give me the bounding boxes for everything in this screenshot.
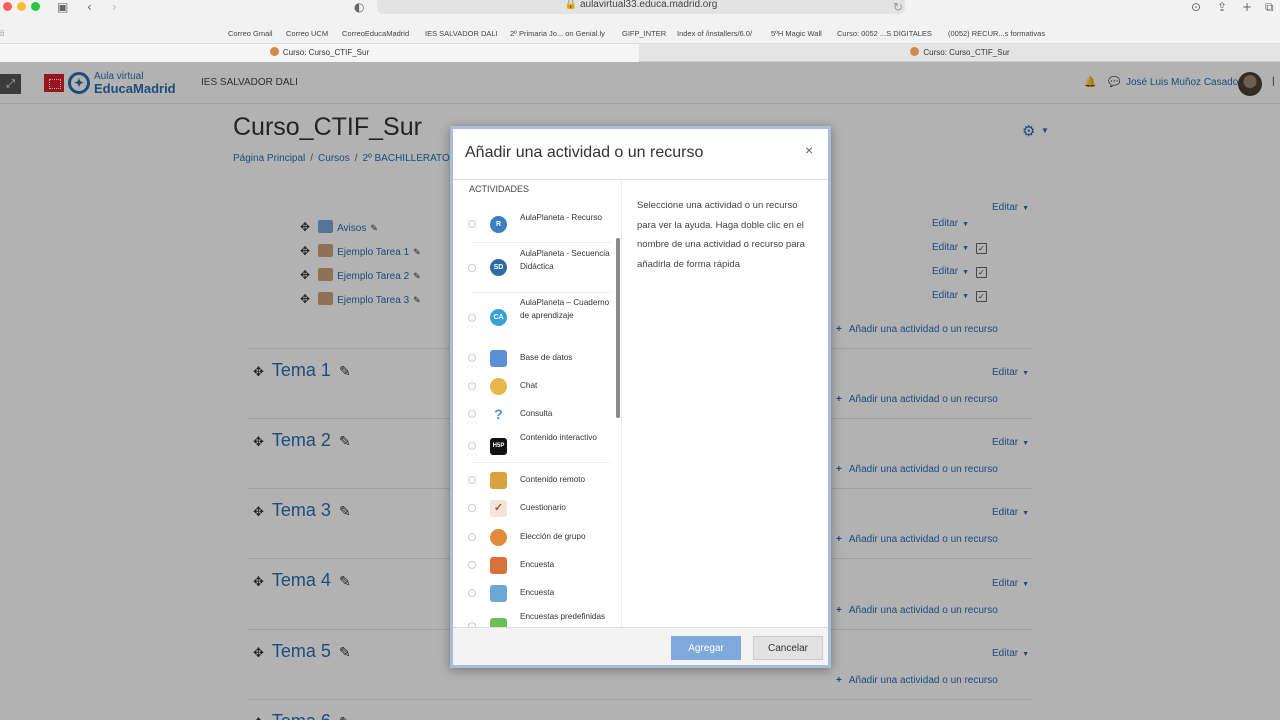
quiz-icon: ✓ (490, 500, 507, 517)
option-radio[interactable] (468, 382, 476, 390)
option-radio[interactable] (468, 264, 476, 272)
option-radio[interactable] (468, 589, 476, 597)
bookmark-item[interactable]: Curso: 0052 ...S DIGITALES (837, 29, 932, 38)
bookmark-item[interactable]: Correo Gmail (228, 29, 273, 38)
add-button[interactable]: Agregar (671, 636, 741, 660)
option-encuesta-2[interactable]: Encuesta (468, 581, 608, 605)
option-encuesta[interactable]: Encuesta (468, 553, 608, 577)
browser-tab[interactable]: Curso: Curso_CTIF_Sur (640, 44, 1280, 62)
option-label: AulaPlaneta – Cuaderno de aprendizaje (520, 298, 610, 320)
minimize-window-button[interactable] (17, 2, 26, 11)
option-label: Encuesta (520, 560, 555, 569)
option-encuestas-predefinidas[interactable]: Encuestas predefinidas (468, 610, 608, 627)
favicon-icon (910, 47, 920, 56)
option-label: Chat (520, 381, 538, 390)
aulaplaneta-secuencia-icon: SD (490, 259, 507, 276)
option-contenido-remoto[interactable]: Contenido remoto (468, 468, 608, 492)
option-radio[interactable] (468, 354, 476, 362)
survey-icon (490, 585, 507, 602)
bookmark-item[interactable]: Correo UCM (286, 29, 328, 38)
bookmark-item[interactable]: 5ºH Magic Wall (771, 29, 822, 38)
bookmarks-grid-icon[interactable]: ⁞⁞ (0, 29, 4, 38)
aulaplaneta-recurso-icon: R (490, 216, 507, 233)
option-label: Base de datos (520, 353, 573, 362)
option-consulta[interactable]: ? Consulta (468, 402, 608, 426)
bookmark-item[interactable]: GIFP_INTER (622, 29, 666, 38)
downloads-icon[interactable]: ⊙ (1191, 0, 1201, 14)
bookmarks-bar: ⁞⁞ Correo Gmail Correo UCM CorreoEducaMa… (0, 24, 1280, 44)
option-contenido-interactivo[interactable]: H5P Contenido interactivo (468, 430, 608, 462)
browser-tabs: Curso: Curso_CTIF_Sur Curso: Curso_CTIF_… (0, 44, 1280, 62)
section-label: ACTIVIDADES (469, 184, 530, 194)
group-choice-icon (490, 529, 507, 546)
list-scrollbar[interactable] (616, 238, 620, 418)
option-radio[interactable] (468, 442, 476, 450)
megaphone-icon (490, 557, 507, 574)
dialog-title: Añadir una actividad o un recurso (465, 144, 704, 161)
h5p-icon: H5P (490, 438, 507, 455)
help-pane: Seleccione una actividad o un recurso pa… (621, 180, 828, 627)
browser-titlebar: ▣ ‹ › ◐ 🔒 aulavirtual33.educa.madrid.org… (0, 0, 1280, 24)
option-label: AulaPlaneta - Recurso (520, 213, 602, 222)
option-radio[interactable] (468, 504, 476, 512)
close-window-button[interactable] (3, 2, 12, 11)
bookmark-item[interactable]: Index of /installers/6.0/ (677, 29, 752, 38)
question-icon: ? (494, 406, 503, 422)
activity-options-list[interactable]: ACTIVIDADES R AulaPlaneta - Recurso SD A… (453, 180, 621, 627)
privacy-shield-icon[interactable]: ◐ (354, 0, 364, 14)
option-divider (471, 242, 611, 243)
forward-icon[interactable]: › (112, 0, 117, 14)
help-text: Seleccione una actividad o un recurso pa… (637, 200, 805, 270)
dialog-footer: Agregar Cancelar (453, 627, 828, 665)
bookmark-item[interactable]: CorreoEducaMadrid (342, 29, 409, 38)
option-aulaplaneta-secuencia[interactable]: SD AulaPlaneta - Secuencia Didáctica (468, 246, 610, 286)
aulaplaneta-cuaderno-icon: CA (490, 309, 507, 326)
share-icon[interactable]: ⇪ (1217, 0, 1227, 14)
option-aulaplaneta-cuaderno[interactable]: CA AulaPlaneta – Cuaderno de aprendizaje (468, 296, 610, 336)
favicon-icon (269, 47, 279, 56)
option-label: Contenido remoto (520, 475, 586, 484)
bookmark-item[interactable]: 2º Primaria Jo... on Genial.ly (510, 29, 605, 38)
option-radio[interactable] (468, 314, 476, 322)
bookmark-item[interactable]: IES SALVADOR DALI (425, 29, 498, 38)
option-cuestionario[interactable]: ✓ Cuestionario (468, 496, 608, 520)
option-radio[interactable] (468, 410, 476, 418)
option-divider (471, 462, 611, 463)
chat-icon (490, 378, 507, 395)
option-aulaplaneta-recurso[interactable]: R AulaPlaneta - Recurso (468, 210, 608, 240)
option-label: Encuestas predefinidas (520, 612, 606, 621)
address-bar[interactable]: 🔒 aulavirtual33.educa.madrid.org (377, 0, 905, 14)
database-icon (490, 350, 507, 367)
option-base-de-datos[interactable]: Base de datos (468, 346, 608, 370)
option-radio[interactable] (468, 220, 476, 228)
zoom-window-button[interactable] (31, 2, 40, 11)
option-label: AulaPlaneta - Secuencia Didáctica (520, 249, 610, 271)
tab-overview-icon[interactable]: ⧉ (1265, 0, 1274, 15)
close-icon[interactable]: × (805, 142, 813, 158)
option-label: Contenido interactivo (520, 433, 597, 442)
browser-tab[interactable]: Curso: Curso_CTIF_Sur (0, 44, 639, 62)
option-label: Encuesta (520, 588, 555, 597)
option-eleccion-grupo[interactable]: Elección de grupo (468, 525, 608, 549)
option-label: Cuestionario (520, 503, 566, 512)
option-radio[interactable] (468, 561, 476, 569)
new-tab-icon[interactable]: + (1242, 0, 1252, 14)
option-label: Elección de grupo (520, 532, 586, 541)
sidebar-toggle-icon[interactable]: ▣ (57, 0, 68, 14)
bookmark-item[interactable]: (0052) RECUR...s formativas (948, 29, 1045, 38)
remote-content-icon (490, 472, 507, 489)
option-label: Consulta (520, 409, 553, 418)
option-radio[interactable] (468, 533, 476, 541)
add-activity-dialog: Añadir una actividad o un recurso × ACTI… (450, 126, 831, 668)
option-divider (471, 292, 611, 293)
option-chat[interactable]: Chat (468, 374, 608, 398)
cancel-button[interactable]: Cancelar (753, 636, 823, 660)
chart-icon (490, 618, 507, 627)
option-radio[interactable] (468, 476, 476, 484)
reload-icon[interactable]: ↻ (893, 0, 903, 14)
back-icon[interactable]: ‹ (87, 0, 92, 14)
